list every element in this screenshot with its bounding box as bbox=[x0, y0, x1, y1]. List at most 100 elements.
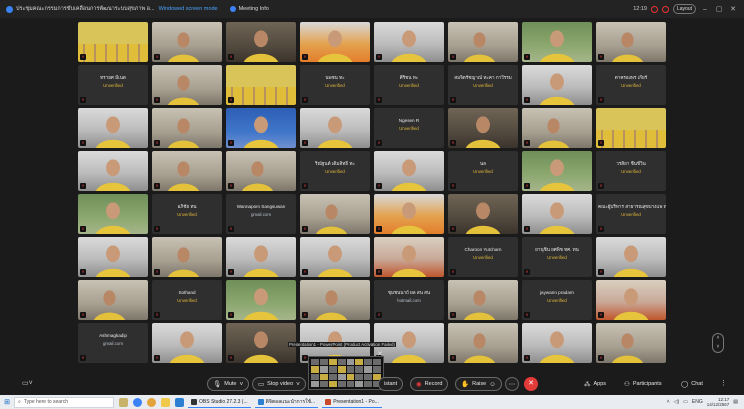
participant-name-tile[interactable]: ชุมชนนาถ์ ผล สน สน hotmail.com bbox=[374, 280, 444, 320]
participant-name-tile[interactable]: คณะผู้บริหาร สาธารณสุขบางแพ ทน Unverified bbox=[596, 194, 666, 234]
participant-video-tile[interactable] bbox=[300, 194, 370, 234]
tray-chevron-icon[interactable]: ˄ bbox=[667, 399, 670, 405]
record-button[interactable]: ◉ Record bbox=[410, 377, 449, 391]
participant-name-tile[interactable]: ทรายศ มีเนต Unverified bbox=[78, 65, 148, 105]
participant-video-tile[interactable] bbox=[300, 280, 370, 320]
caption-icon[interactable]: ▭˅ bbox=[22, 379, 33, 387]
participant-video-tile[interactable] bbox=[152, 22, 222, 62]
participant-video-tile[interactable] bbox=[226, 237, 296, 277]
participant-name-tile[interactable]: วรสิยา ชื่นชีวิน Unverified bbox=[596, 151, 666, 191]
participant-video-tile[interactable] bbox=[226, 22, 296, 62]
minimize-icon[interactable]: – bbox=[700, 6, 710, 13]
participant-video-tile[interactable] bbox=[596, 22, 666, 62]
participant-name-tile[interactable]: ยานุชิน ยศพิช ทศ. ทน Unverified bbox=[522, 237, 592, 277]
participant-name-tile[interactable]: อภิชัย ทน Unverified bbox=[152, 194, 222, 234]
language-indicator[interactable]: ENG bbox=[692, 399, 703, 405]
participant-name-tile[interactable]: นพชน ทะ Unverified bbox=[300, 65, 370, 105]
thumbnail-cell bbox=[373, 366, 381, 373]
participant-video-tile[interactable] bbox=[374, 151, 444, 191]
participant-name-tile[interactable]: Sothand Unverified bbox=[152, 280, 222, 320]
participant-name-tile[interactable]: ตาครองพร เกียร์ Unverified bbox=[596, 65, 666, 105]
share-button[interactable]: istant bbox=[378, 377, 404, 391]
participant-video-tile[interactable] bbox=[78, 194, 148, 234]
participant-video-tile[interactable] bbox=[522, 194, 592, 234]
participant-video-tile[interactable] bbox=[226, 323, 296, 363]
gallery-scroll-handle[interactable]: ˄ ˅ bbox=[712, 333, 724, 353]
network-icon[interactable]: ▭ bbox=[683, 399, 688, 405]
participant-name-tile[interactable]: สมจิตรัชญาณ์ ทะคา กาวีรรม Unverified bbox=[448, 65, 518, 105]
participant-video-tile[interactable] bbox=[374, 237, 444, 277]
participant-name-tile[interactable]: Wannapom Sangsuwan gmail.com bbox=[226, 194, 296, 234]
layout-button[interactable]: Layout bbox=[672, 4, 696, 14]
participant-video-tile[interactable] bbox=[300, 237, 370, 277]
more-options-button[interactable]: ⋯ bbox=[505, 377, 519, 391]
taskbar-app-powerpoint[interactable]: Presentation1 - Po... bbox=[322, 396, 382, 408]
more-vertical-icon[interactable]: ⋮ bbox=[720, 379, 727, 387]
chat-button[interactable]: ◯ Chat bbox=[681, 380, 703, 388]
participant-video-tile[interactable] bbox=[448, 108, 518, 148]
raise-hand-button[interactable]: ✋ Raise ☺ bbox=[455, 377, 502, 391]
taskbar-app-obs[interactable]: OBS Studio 27.2.3 (... bbox=[188, 396, 251, 408]
taskbar-search[interactable]: ⌕ Type here to search bbox=[14, 396, 114, 408]
participant-video-tile[interactable] bbox=[522, 65, 592, 105]
participant-video-tile[interactable] bbox=[374, 194, 444, 234]
participant-video-tile[interactable] bbox=[522, 323, 592, 363]
participant-name-tile[interactable]: Ashmagkadip gmail.com bbox=[78, 323, 148, 363]
task-view-icon[interactable] bbox=[119, 397, 128, 407]
participant-video-tile[interactable] bbox=[300, 108, 370, 148]
muted-mic-icon bbox=[302, 226, 308, 232]
participant-name-tile[interactable]: Charoon Yutcharn Unverified bbox=[448, 237, 518, 277]
participant-video-tile[interactable] bbox=[226, 151, 296, 191]
edge-icon[interactable] bbox=[133, 397, 142, 407]
file-explorer-icon[interactable] bbox=[161, 397, 170, 407]
notification-icon[interactable]: ▤ bbox=[733, 399, 738, 405]
participant-video-tile[interactable] bbox=[78, 22, 148, 62]
close-window-icon[interactable]: ✕ bbox=[728, 5, 738, 13]
taskbar-clock[interactable]: 12:17 14/12/2567 bbox=[707, 397, 730, 408]
participant-name-tile[interactable]: jaywann pradarn Unverified bbox=[522, 280, 592, 320]
apps-button[interactable]: ⁂ Apps bbox=[584, 380, 606, 388]
participant-video-tile[interactable] bbox=[448, 22, 518, 62]
participant-video-tile[interactable] bbox=[78, 280, 148, 320]
participant-video-tile[interactable] bbox=[152, 237, 222, 277]
meeting-info-button[interactable]: Meeting Info bbox=[229, 6, 269, 12]
participant-video-tile[interactable] bbox=[448, 323, 518, 363]
stop-video-button[interactable]: ▭ Stop video ˅ bbox=[252, 377, 306, 391]
participant-video-tile[interactable] bbox=[78, 237, 148, 277]
mute-button[interactable]: 🎙 Mute ˅ bbox=[207, 377, 250, 391]
participant-name-tile[interactable]: ศิริชน ทะ Unverified bbox=[374, 65, 444, 105]
participant-video-tile[interactable] bbox=[522, 108, 592, 148]
participant-video-tile[interactable] bbox=[152, 151, 222, 191]
participant-name-tile[interactable]: นล Unverified bbox=[448, 151, 518, 191]
participant-video-tile[interactable] bbox=[374, 22, 444, 62]
participants-button[interactable]: ⚇ Participants bbox=[624, 380, 662, 388]
participant-name-tile[interactable]: ริณัฐนต์ เต็มสิทธิ์ ทะ Unverified bbox=[300, 151, 370, 191]
leave-meeting-button[interactable]: ✕ bbox=[524, 377, 538, 391]
screen-mode-label[interactable]: Windowed screen mode bbox=[159, 6, 218, 12]
participant-video-tile[interactable] bbox=[448, 280, 518, 320]
windows-start-icon[interactable]: ⊞ bbox=[0, 398, 14, 406]
participant-video-tile[interactable] bbox=[152, 108, 222, 148]
participant-video-tile[interactable] bbox=[596, 323, 666, 363]
participant-video-tile[interactable] bbox=[226, 108, 296, 148]
participant-name-tile[interactable]: Ngesen R Unverified bbox=[374, 108, 444, 148]
participant-video-tile[interactable] bbox=[448, 194, 518, 234]
participant-video-tile[interactable] bbox=[226, 65, 296, 105]
participant-video-tile[interactable] bbox=[78, 108, 148, 148]
taskbar-app-meeting[interactable]: ดิจิตอลแนะนำการใช้... bbox=[254, 396, 319, 408]
muted-mic-icon bbox=[524, 269, 530, 275]
participant-video-tile[interactable] bbox=[596, 280, 666, 320]
participant-video-tile[interactable] bbox=[596, 237, 666, 277]
participant-video-tile[interactable] bbox=[152, 65, 222, 105]
zoom-app-icon[interactable] bbox=[175, 397, 184, 407]
chrome-icon[interactable] bbox=[147, 397, 156, 407]
participant-video-tile[interactable] bbox=[226, 280, 296, 320]
maximize-icon[interactable]: ▢ bbox=[714, 5, 724, 13]
participant-video-tile[interactable] bbox=[522, 151, 592, 191]
volume-icon[interactable]: ◁) bbox=[674, 399, 680, 405]
participant-video-tile[interactable] bbox=[300, 22, 370, 62]
participant-video-tile[interactable] bbox=[152, 323, 222, 363]
participant-video-tile[interactable] bbox=[522, 22, 592, 62]
participant-video-tile[interactable] bbox=[596, 108, 666, 148]
participant-video-tile[interactable] bbox=[78, 151, 148, 191]
